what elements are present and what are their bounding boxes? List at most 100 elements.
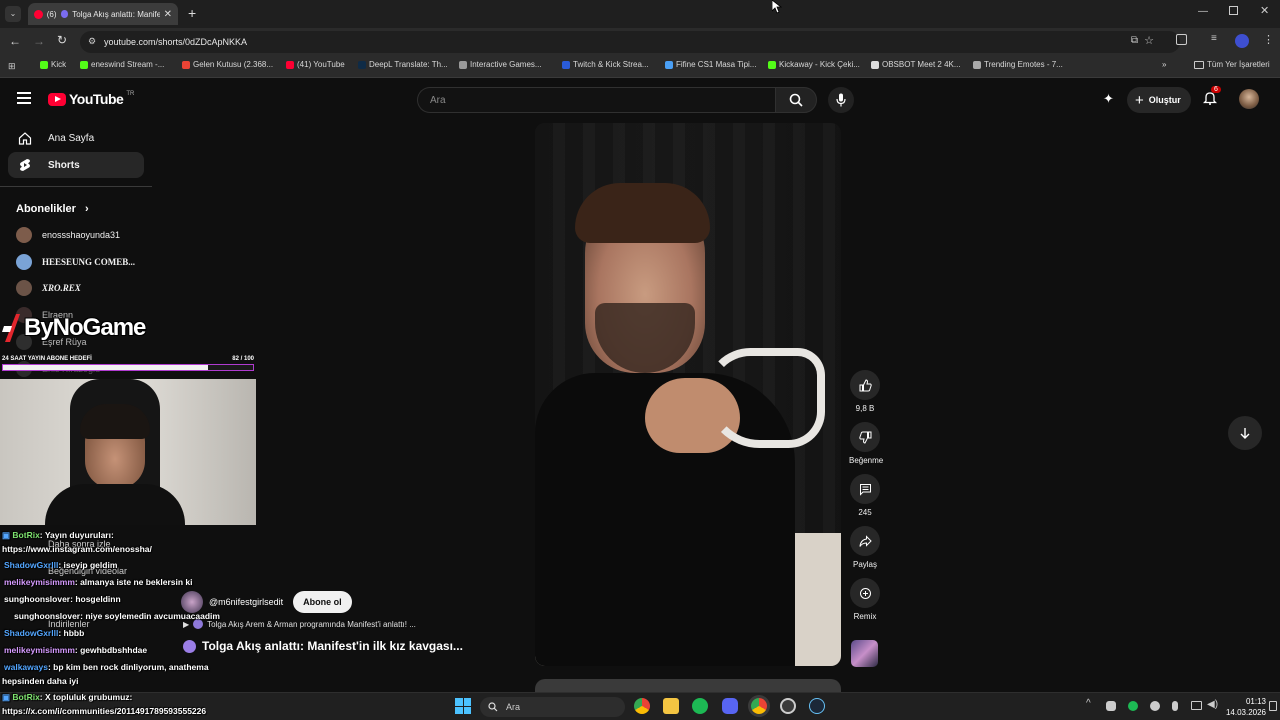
- chat-user: melikeymisimmm: [4, 645, 75, 655]
- media-control-icon[interactable]: ≡: [1211, 33, 1217, 44]
- subscriber-goal: 24 SAAT YAYIN ABONE HEDEFİ 82 / 100: [2, 356, 254, 371]
- chat-text: : Yayın duyuruları:: [39, 530, 114, 540]
- site-info-icon[interactable]: ⚙: [88, 36, 96, 47]
- search-button[interactable]: [775, 87, 817, 113]
- profile-avatar[interactable]: [1235, 34, 1249, 48]
- spotify-tray-icon[interactable]: [1128, 701, 1138, 711]
- maximize-button[interactable]: [1229, 6, 1238, 15]
- fifine-icon: [665, 60, 673, 69]
- goal-label: 24 SAAT YAYIN ABONE HEDEFİ: [2, 356, 92, 362]
- network-icon[interactable]: [1191, 701, 1202, 710]
- verified-icon: ▣: [2, 692, 11, 702]
- sidebar-item-label: Ana Sayfa: [48, 132, 95, 144]
- url-field[interactable]: ⚙ youtube.com/shorts/0dZDcApNKKA ⧉ ☆: [80, 31, 1180, 53]
- forward-icon[interactable]: →: [33, 34, 45, 48]
- bookmark-item[interactable]: Kickaway - Kick Çeki...: [768, 60, 860, 69]
- streamer-body: [45, 484, 185, 525]
- channel-avatar: [16, 280, 32, 296]
- notification-center-icon[interactable]: [1269, 701, 1277, 711]
- short-video-player[interactable]: [535, 123, 841, 666]
- more-bookmarks-icon[interactable]: »: [1162, 60, 1166, 69]
- youtube-logo[interactable]: YouTube TR: [48, 91, 134, 107]
- chat-user: walkaways: [4, 662, 48, 672]
- tray-overflow-icon[interactable]: ^: [1086, 698, 1091, 709]
- goal-total: 100: [243, 356, 254, 362]
- all-bookmarks-folder[interactable]: Tüm Yer İşaretleri: [1194, 60, 1270, 69]
- youtube-premium-icon[interactable]: ✦: [1103, 91, 1114, 107]
- bookmark-item[interactable]: Kick: [40, 60, 66, 69]
- bookmark-label: Kickaway - Kick Çeki...: [779, 60, 860, 69]
- next-short-button[interactable]: [1228, 416, 1262, 450]
- remix-button[interactable]: Remix: [849, 578, 881, 621]
- sidebar-item-home[interactable]: Ana Sayfa: [8, 125, 144, 151]
- discord-tray-icon[interactable]: [1106, 701, 1116, 711]
- notifications-bell-icon[interactable]: 6: [1202, 86, 1221, 105]
- bookmark-item[interactable]: Fifine CS1 Masa Tipi...: [665, 60, 756, 69]
- subscribe-button[interactable]: Abone ol: [293, 591, 352, 613]
- tab-list-button[interactable]: ⌄: [5, 6, 21, 22]
- channel-handle[interactable]: @m6nifestgirlsedit: [209, 597, 283, 607]
- bookmark-label: Trending Emotes - 7...: [984, 60, 1063, 69]
- comments-button[interactable]: 245: [849, 474, 881, 517]
- account-avatar[interactable]: [1239, 89, 1259, 109]
- emotes-icon: [973, 60, 981, 69]
- next-short-preview[interactable]: [535, 679, 841, 693]
- subscription-item[interactable]: HEESEUNG COMEB...: [16, 252, 135, 272]
- clock[interactable]: 01:13 14.03.2026: [1222, 696, 1266, 718]
- plus-icon: +: [1135, 91, 1144, 109]
- channel-avatar[interactable]: [181, 591, 203, 613]
- like-button[interactable]: 9,8 B: [849, 370, 881, 413]
- sidebar-item-shorts[interactable]: Shorts: [8, 152, 144, 178]
- bookmark-item[interactable]: Interactive Games...: [459, 60, 542, 69]
- extensions-icon[interactable]: [1176, 34, 1187, 45]
- minimize-button[interactable]: —: [1198, 6, 1208, 17]
- subscriptions-heading[interactable]: Abonelikler ›: [16, 203, 89, 215]
- apps-grid-icon[interactable]: ⊞: [8, 61, 16, 72]
- active-tab[interactable]: (6) Tolga Akış anlattı: Manife ✕: [28, 3, 178, 25]
- bookmark-item[interactable]: OBSBOT Meet 2 4K...: [871, 60, 961, 69]
- audio-thumbnail[interactable]: [851, 640, 878, 667]
- taskbar-search[interactable]: Ara: [480, 697, 625, 717]
- share-button[interactable]: Paylaş: [849, 526, 881, 569]
- chrome-icon[interactable]: [634, 698, 650, 714]
- microphone-tray-icon[interactable]: [1172, 701, 1178, 711]
- voice-search-button[interactable]: [828, 87, 854, 113]
- bookmark-item[interactable]: Gelen Kutusu (2.368...: [182, 60, 273, 69]
- spotify-icon[interactable]: [692, 698, 708, 714]
- chat-message: https://x.com/i/communities/201149178959…: [2, 706, 206, 716]
- bookmark-item[interactable]: DeepL Translate: Th...: [358, 60, 448, 69]
- bookmark-item[interactable]: eneswind Stream -...: [80, 60, 164, 69]
- bookmark-item[interactable]: Trending Emotes - 7...: [973, 60, 1063, 69]
- start-button[interactable]: [455, 698, 471, 714]
- steam-icon[interactable]: [809, 698, 825, 714]
- subscription-item[interactable]: enossshaoyunda31: [16, 225, 120, 245]
- new-tab-button[interactable]: +: [188, 5, 196, 21]
- tab-close-icon[interactable]: ✕: [164, 9, 172, 20]
- reload-icon[interactable]: ↻: [57, 33, 67, 47]
- create-button[interactable]: + Oluştur: [1127, 87, 1191, 113]
- back-icon[interactable]: ←: [9, 34, 21, 48]
- close-window-button[interactable]: ✕: [1260, 4, 1269, 17]
- hamburger-menu-icon[interactable]: [17, 92, 31, 104]
- dislike-button[interactable]: Beğenme: [849, 422, 883, 465]
- short-title-row[interactable]: Tolga Akış anlattı: Manifest'in ilk kız …: [183, 639, 463, 653]
- gmail-icon: [182, 60, 190, 69]
- bookmark-item[interactable]: Twitch & Kick Strea...: [562, 60, 649, 69]
- subscription-item[interactable]: XRO.REX: [16, 278, 81, 298]
- chrome-active-icon[interactable]: [751, 698, 767, 714]
- search-input[interactable]: Ara: [417, 87, 775, 113]
- browser-menu-icon[interactable]: ⋮: [1263, 33, 1274, 46]
- games-icon: [459, 60, 467, 69]
- streamer-icon: [562, 60, 570, 69]
- file-explorer-icon[interactable]: [663, 698, 679, 714]
- mouse-cursor-icon: [772, 0, 782, 14]
- bookmark-item[interactable]: (41) YouTube: [286, 60, 345, 69]
- install-app-icon[interactable]: ⧉: [1131, 35, 1138, 46]
- chat-text: : hosgeldinn: [70, 594, 121, 604]
- bookmark-star-icon[interactable]: ☆: [1144, 34, 1154, 47]
- channel-name: enossshaoyunda31: [42, 230, 121, 240]
- obs-icon[interactable]: [780, 698, 796, 714]
- volume-icon[interactable]: ◀): [1207, 699, 1218, 710]
- discord-icon[interactable]: [722, 698, 738, 714]
- steam-tray-icon[interactable]: [1150, 701, 1160, 711]
